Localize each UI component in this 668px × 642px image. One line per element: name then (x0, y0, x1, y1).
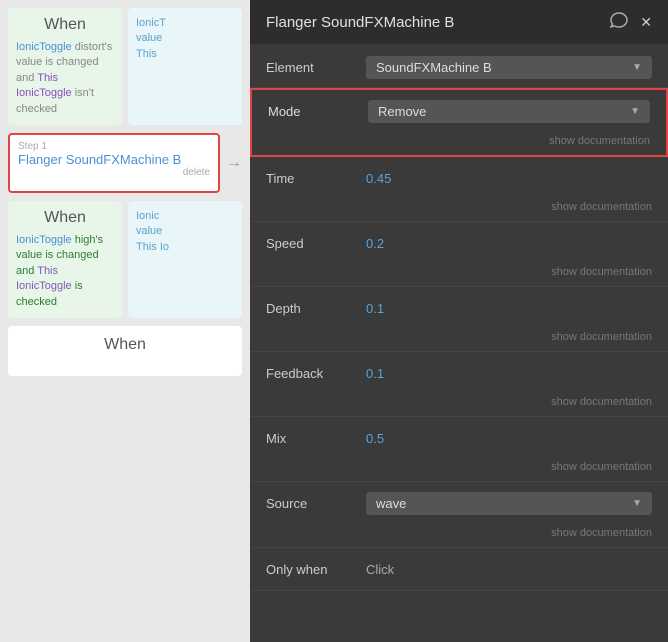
panel-body: Element SoundFXMachine B ▼ Mode Remove ▼… (250, 44, 668, 642)
depth-field-row: Depth 0.1 show documentation (250, 287, 668, 352)
mode-dropdown-arrow: ▼ (630, 106, 640, 117)
mode-select[interactable]: Remove ▼ (368, 100, 650, 123)
mode-doc-link[interactable]: show documentation (252, 133, 666, 155)
speed-main: Speed 0.2 (250, 222, 668, 264)
mix-label: Mix (266, 431, 366, 446)
step-label: Step 1 (18, 141, 210, 152)
time-label: Time (266, 171, 366, 186)
depth-doc-link[interactable]: show documentation (250, 329, 668, 351)
when-card-2-left: When IonicToggle high's value is changed… (8, 201, 122, 318)
source-doc-link[interactable]: show documentation (250, 525, 668, 547)
step-card[interactable]: Step 1 Flanger SoundFXMachine B delete (8, 133, 220, 193)
speed-label: Speed (266, 236, 366, 251)
element-label: Element (266, 60, 366, 75)
mix-main: Mix 0.5 (250, 417, 668, 459)
source-main: Source wave ▼ (250, 482, 668, 525)
left-panel: When IonicToggle distort's value is chan… (0, 0, 250, 642)
when-title-3: When (18, 336, 232, 354)
depth-value[interactable]: 0.1 (366, 301, 652, 316)
speed-field-row: Speed 0.2 show documentation (250, 222, 668, 287)
when-card-3: When (8, 326, 242, 376)
card-row-1: When IonicToggle distort's value is chan… (8, 8, 242, 125)
element-select[interactable]: SoundFXMachine B ▼ (366, 56, 652, 79)
only-when-value[interactable]: Click (366, 562, 652, 577)
arrow-icon: → (226, 154, 242, 172)
mode-field-row: Mode Remove ▼ show documentation (250, 88, 668, 157)
time-field-row: Time 0.45 show documentation (250, 157, 668, 222)
when-card-1-right: IonicTvalueThis (128, 8, 242, 125)
time-value[interactable]: 0.45 (366, 171, 652, 186)
mode-label: Mode (268, 104, 368, 119)
feedback-doc-link[interactable]: show documentation (250, 394, 668, 416)
depth-main: Depth 0.1 (250, 287, 668, 329)
source-select[interactable]: wave ▼ (366, 492, 652, 515)
element-main: Element SoundFXMachine B ▼ (250, 44, 668, 87)
depth-label: Depth (266, 301, 366, 316)
source-value: wave (376, 496, 406, 511)
source-dropdown-arrow: ▼ (632, 498, 642, 509)
source-field-row: Source wave ▼ show documentation (250, 482, 668, 548)
mix-field-row: Mix 0.5 show documentation (250, 417, 668, 482)
comment-icon[interactable] (610, 12, 628, 33)
mix-value[interactable]: 0.5 (366, 431, 652, 446)
step-row: Step 1 Flanger SoundFXMachine B delete → (8, 133, 242, 193)
only-when-main: Only when Click (250, 548, 668, 590)
time-doc-link[interactable]: show documentation (250, 199, 668, 221)
feedback-value[interactable]: 0.1 (366, 366, 652, 381)
panel-title: Flanger SoundFXMachine B (266, 14, 454, 31)
when-text-2: IonicToggle high's value is changed and … (16, 233, 114, 310)
mix-doc-link[interactable]: show documentation (250, 459, 668, 481)
element-field-row: Element SoundFXMachine B ▼ (250, 44, 668, 88)
element-value: SoundFXMachine B (376, 60, 492, 75)
when-card-1-left: When IonicToggle distort's value is chan… (8, 8, 122, 125)
panel-icons: ✕ (610, 12, 652, 33)
when-title-2: When (16, 209, 114, 227)
step-title: Flanger SoundFXMachine B (18, 152, 210, 167)
mode-main: Mode Remove ▼ (252, 90, 666, 133)
panel-header: Flanger SoundFXMachine B ✕ (250, 0, 668, 44)
feedback-main: Feedback 0.1 (250, 352, 668, 394)
speed-value[interactable]: 0.2 (366, 236, 652, 251)
feedback-label: Feedback (266, 366, 366, 381)
when-text-2-right: IonicvalueThis Io (136, 209, 234, 255)
element-dropdown-arrow: ▼ (632, 62, 642, 73)
source-label: Source (266, 496, 366, 511)
when-title-1: When (16, 16, 114, 34)
mode-value: Remove (378, 104, 426, 119)
speed-doc-link[interactable]: show documentation (250, 264, 668, 286)
when-text-1: IonicToggle distort's value is changed a… (16, 40, 114, 117)
when-text-1-right: IonicTvalueThis (136, 16, 234, 62)
when-card-2-right: IonicvalueThis Io (128, 201, 242, 318)
only-when-field-row: Only when Click (250, 548, 668, 591)
close-icon[interactable]: ✕ (640, 14, 652, 31)
right-panel: Flanger SoundFXMachine B ✕ Element Sound… (250, 0, 668, 642)
time-main: Time 0.45 (250, 157, 668, 199)
feedback-field-row: Feedback 0.1 show documentation (250, 352, 668, 417)
step-delete[interactable]: delete (18, 167, 210, 178)
card-row-2: When IonicToggle high's value is changed… (8, 201, 242, 318)
only-when-label: Only when (266, 562, 366, 577)
